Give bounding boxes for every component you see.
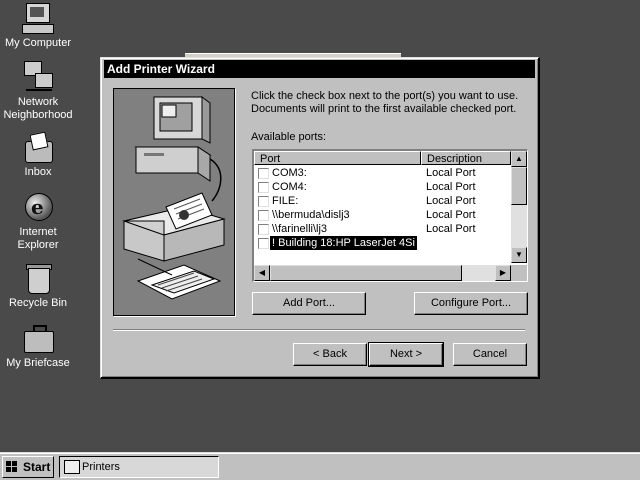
port-name: \\bermuda\dislj3: [272, 209, 350, 221]
start-button[interactable]: Start: [2, 456, 54, 478]
taskbar-button-printers[interactable]: Printers: [59, 456, 219, 478]
computer-icon: [22, 2, 54, 34]
port-row[interactable]: \\bermuda\dislj3 Local Port: [254, 208, 511, 222]
cancel-button[interactable]: Cancel: [453, 343, 527, 366]
port-row-selected[interactable]: ! Building 18:HP LaserJet 4Si: [254, 236, 511, 250]
ports-list[interactable]: Port Description COM3: Local Port COM4: …: [252, 149, 528, 282]
port-description: Local Port: [426, 181, 476, 193]
desktop-icon-label: Internet Explorer: [17, 226, 59, 251]
printer-computer-illustration-icon: [122, 96, 226, 300]
port-checkbox[interactable]: [258, 210, 269, 221]
port-checkbox[interactable]: [258, 238, 269, 249]
ports-list-header: Port Description: [254, 151, 511, 166]
horizontal-scrollbar[interactable]: ◀ ▶: [254, 265, 511, 281]
taskbar: Start Printers: [0, 452, 640, 480]
port-row[interactable]: COM3: Local Port: [254, 166, 511, 180]
configure-port-button[interactable]: Configure Port...: [414, 292, 528, 315]
desktop-icon-my-computer[interactable]: My Computer: [0, 2, 76, 50]
port-description: Local Port: [426, 223, 476, 235]
back-button[interactable]: < Back: [293, 343, 367, 366]
port-checkbox[interactable]: [258, 182, 269, 193]
briefcase-icon: [22, 322, 54, 354]
scroll-up-arrow-icon[interactable]: ▲: [511, 151, 527, 167]
taskbar-button-label: Printers: [82, 461, 120, 473]
port-checkbox[interactable]: [258, 196, 269, 207]
desktop-icon-my-briefcase[interactable]: My Briefcase: [0, 322, 76, 370]
horizontal-scroll-thumb[interactable]: [270, 265, 462, 281]
desktop-icon-inbox[interactable]: Inbox: [0, 131, 76, 179]
vertical-scroll-thumb[interactable]: [511, 167, 527, 205]
desktop-icon-internet-explorer[interactable]: e Internet Explorer: [0, 191, 76, 252]
port-checkbox[interactable]: [258, 168, 269, 179]
ports-list-rows: COM3: Local Port COM4: Local Port FILE: …: [254, 166, 511, 250]
add-port-button[interactable]: Add Port...: [252, 292, 366, 315]
port-row[interactable]: COM4: Local Port: [254, 180, 511, 194]
scroll-left-arrow-icon[interactable]: ◀: [254, 265, 270, 281]
desktop-icon-recycle-bin[interactable]: Recycle Bin: [0, 262, 76, 310]
column-header-description[interactable]: Description: [421, 151, 511, 165]
desktop-icon-network-neighborhood[interactable]: Network Neighborhood: [0, 61, 76, 122]
port-row[interactable]: FILE: Local Port: [254, 194, 511, 208]
port-name: COM3:: [272, 167, 307, 179]
printers-folder-icon: [64, 460, 80, 474]
desktop-icon-label: Recycle Bin: [8, 297, 68, 309]
port-checkbox[interactable]: [258, 224, 269, 235]
add-printer-wizard-dialog: Add Printer Wizard Click the check box n…: [100, 57, 540, 379]
network-icon: [22, 61, 54, 93]
column-header-port[interactable]: Port: [254, 151, 421, 165]
scroll-right-arrow-icon[interactable]: ▶: [495, 265, 511, 281]
dialog-title[interactable]: Add Printer Wizard: [104, 60, 535, 78]
next-button[interactable]: Next >: [368, 342, 444, 367]
port-description: Local Port: [426, 167, 476, 179]
wizard-illustration: [113, 88, 235, 316]
desktop-icon-label: My Briefcase: [6, 357, 70, 369]
dialog-divider: [113, 329, 525, 331]
desktop-icon-label: Inbox: [24, 166, 52, 178]
vertical-scrollbar[interactable]: ▲ ▼: [511, 151, 527, 263]
instruction-text: Click the check box next to the port(s) …: [251, 90, 531, 116]
windows-logo-icon: [6, 461, 19, 473]
inbox-icon: [22, 131, 54, 163]
desktop-icon-label: Network Neighborhood: [3, 96, 73, 121]
desktop-icon-label: My Computer: [4, 37, 72, 49]
recycle-bin-icon: [22, 262, 54, 294]
port-description: Local Port: [426, 209, 476, 221]
scrollbar-corner: [511, 265, 527, 281]
port-description: Local Port: [426, 195, 476, 207]
scroll-down-arrow-icon[interactable]: ▼: [511, 247, 527, 263]
port-row[interactable]: \\farinelli\lj3 Local Port: [254, 222, 511, 236]
port-name: \\farinelli\lj3: [272, 223, 328, 235]
start-label: Start: [23, 460, 51, 474]
port-name: ! Building 18:HP LaserJet 4Si: [270, 236, 417, 250]
internet-explorer-icon: e: [22, 191, 54, 223]
available-ports-label: Available ports:: [251, 131, 327, 143]
instruction-line: Click the check box next to the port(s) …: [251, 90, 519, 102]
port-name: FILE:: [272, 195, 299, 207]
port-name: COM4:: [272, 181, 307, 193]
instruction-line: Documents will print to the first availa…: [251, 103, 517, 115]
